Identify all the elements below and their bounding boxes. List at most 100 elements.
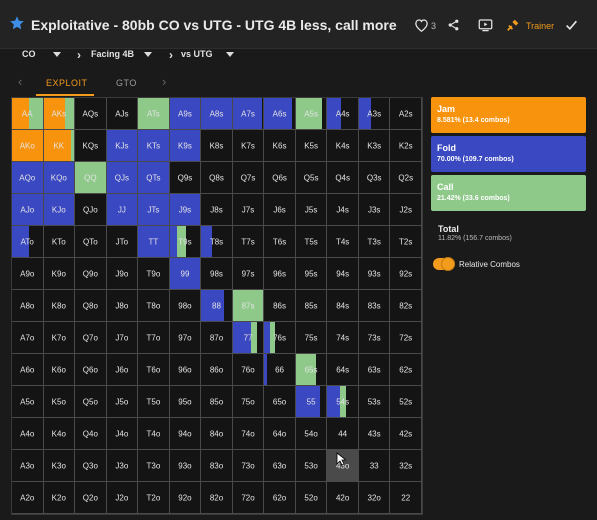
hand-cell[interactable]: A2s <box>390 98 422 130</box>
hand-cell[interactable]: J5s <box>295 194 328 226</box>
tab-gto[interactable]: GTO <box>116 78 137 88</box>
hand-cell[interactable]: K3s <box>358 130 391 162</box>
hand-cell[interactable]: 92s <box>390 258 422 290</box>
hand-cell[interactable]: 54s <box>327 386 359 418</box>
hand-cell[interactable]: AQs <box>75 98 107 130</box>
share-icon[interactable] <box>447 18 460 32</box>
hand-cell[interactable]: 97s <box>232 258 265 290</box>
hand-cell[interactable]: 98s <box>201 258 233 290</box>
hand-cell[interactable]: Q3o <box>75 450 107 482</box>
hand-cell[interactable]: Q7o <box>75 322 107 354</box>
hand-cell[interactable]: A9o <box>12 258 44 290</box>
hand-cell[interactable]: Q8o <box>75 290 107 322</box>
hand-cell[interactable]: K3o <box>43 450 76 482</box>
hand-cell[interactable]: 62s <box>390 354 422 386</box>
hand-cell[interactable]: 97o <box>169 322 202 354</box>
hand-cell[interactable]: KJs <box>106 130 139 162</box>
hand-cell[interactable]: T2s <box>390 226 422 258</box>
hand-cell[interactable]: K4o <box>43 418 76 450</box>
hand-cell[interactable]: J8o <box>106 290 139 322</box>
hand-cell[interactable]: A7s <box>232 98 265 130</box>
hand-cell[interactable]: K5o <box>43 386 76 418</box>
hand-cell[interactable]: J5o <box>106 386 139 418</box>
hand-cell[interactable]: K9s <box>169 130 202 162</box>
hand-cell[interactable]: 95s <box>295 258 328 290</box>
hand-cell[interactable]: 76s <box>264 322 296 354</box>
villain-select[interactable]: vs UTG <box>181 49 213 59</box>
hand-cell[interactable]: 22 <box>390 482 422 514</box>
hand-cell[interactable]: A5s <box>295 98 328 130</box>
hand-cell[interactable]: 72s <box>390 322 422 354</box>
hand-cell[interactable]: K8s <box>201 130 233 162</box>
hand-cell[interactable]: J6o <box>106 354 139 386</box>
hand-cell[interactable]: 86o <box>201 354 233 386</box>
hand-cell[interactable]: A9s <box>169 98 202 130</box>
tab-exploit[interactable]: EXPLOIT <box>46 78 88 88</box>
hand-cell[interactable]: A6o <box>12 354 44 386</box>
hand-cell[interactable]: 53s <box>358 386 391 418</box>
hand-cell[interactable]: J8s <box>201 194 233 226</box>
hand-cell[interactable]: 64o <box>264 418 296 450</box>
hand-cell[interactable]: Q9s <box>169 162 202 194</box>
action-select[interactable]: Facing 4B <box>91 49 134 59</box>
hand-cell[interactable]: Q2o <box>75 482 107 514</box>
hand-cell[interactable]: J7s <box>232 194 265 226</box>
star-icon[interactable] <box>9 15 25 31</box>
hand-cell[interactable]: JTo <box>106 226 139 258</box>
hand-cell[interactable]: 82s <box>390 290 422 322</box>
hand-cell[interactable]: KTs <box>138 130 170 162</box>
check-icon[interactable] <box>565 19 578 31</box>
hand-cell[interactable]: 52o <box>295 482 328 514</box>
chevron-right-icon[interactable]: › <box>162 74 166 89</box>
hand-cell[interactable]: 72o <box>232 482 265 514</box>
hand-cell[interactable]: 52s <box>390 386 422 418</box>
hand-cell[interactable]: 75o <box>232 386 265 418</box>
hand-cell[interactable]: ATo <box>12 226 44 258</box>
chevron-down-icon[interactable] <box>144 52 152 57</box>
hand-cell[interactable]: T3o <box>138 450 170 482</box>
hand-cell[interactable]: 96s <box>264 258 296 290</box>
hand-cell[interactable]: 73s <box>358 322 391 354</box>
hand-cell[interactable]: T5s <box>295 226 328 258</box>
hand-cell[interactable]: 94o <box>169 418 202 450</box>
hand-cell[interactable]: A3o <box>12 450 44 482</box>
hand-cell[interactable]: QTo <box>75 226 107 258</box>
hand-cell[interactable]: 65s <box>295 354 328 386</box>
hand-cell[interactable]: AA <box>12 98 44 130</box>
hand-cell[interactable]: T5o <box>138 386 170 418</box>
hand-cell[interactable]: T7o <box>138 322 170 354</box>
legend-jam[interactable]: Jam 8.581% (13.4 combos) <box>431 97 586 133</box>
hand-cell[interactable]: KQo <box>43 162 76 194</box>
hand-cell[interactable]: 82o <box>201 482 233 514</box>
hand-cell[interactable]: TT <box>138 226 170 258</box>
video-icon[interactable] <box>478 18 493 32</box>
hand-cell[interactable]: 96o <box>169 354 202 386</box>
hand-cell[interactable]: J2o <box>106 482 139 514</box>
hand-cell[interactable]: 66 <box>264 354 296 386</box>
hand-cell[interactable]: Q5s <box>295 162 328 194</box>
hand-cell[interactable]: 53o <box>295 450 328 482</box>
hand-cell[interactable]: T9o <box>138 258 170 290</box>
chevron-down-icon[interactable] <box>226 52 234 57</box>
trainer-button[interactable]: Trainer <box>526 21 554 31</box>
hand-cell[interactable]: T6o <box>138 354 170 386</box>
hand-cell[interactable]: 86s <box>264 290 296 322</box>
hand-cell[interactable]: 54o <box>295 418 328 450</box>
hand-cell[interactable]: 76o <box>232 354 265 386</box>
hand-cell[interactable]: JJ <box>106 194 139 226</box>
hand-cell[interactable]: A8s <box>201 98 233 130</box>
hand-cell[interactable]: T9s <box>169 226 202 258</box>
hand-cell[interactable]: QTs <box>138 162 170 194</box>
hand-cell[interactable]: 75s <box>295 322 328 354</box>
hand-cell[interactable]: T3s <box>358 226 391 258</box>
hand-cell[interactable]: 42o <box>327 482 359 514</box>
hand-cell[interactable]: K2o <box>43 482 76 514</box>
hand-cell[interactable]: AJs <box>106 98 139 130</box>
hand-cell[interactable]: 44 <box>327 418 359 450</box>
hand-cell[interactable]: K8o <box>43 290 76 322</box>
hand-cell[interactable]: 83s <box>358 290 391 322</box>
hand-cell[interactable]: Q5o <box>75 386 107 418</box>
hand-cell[interactable]: T4o <box>138 418 170 450</box>
hand-cell[interactable]: 84o <box>201 418 233 450</box>
hand-cell[interactable]: QJo <box>75 194 107 226</box>
